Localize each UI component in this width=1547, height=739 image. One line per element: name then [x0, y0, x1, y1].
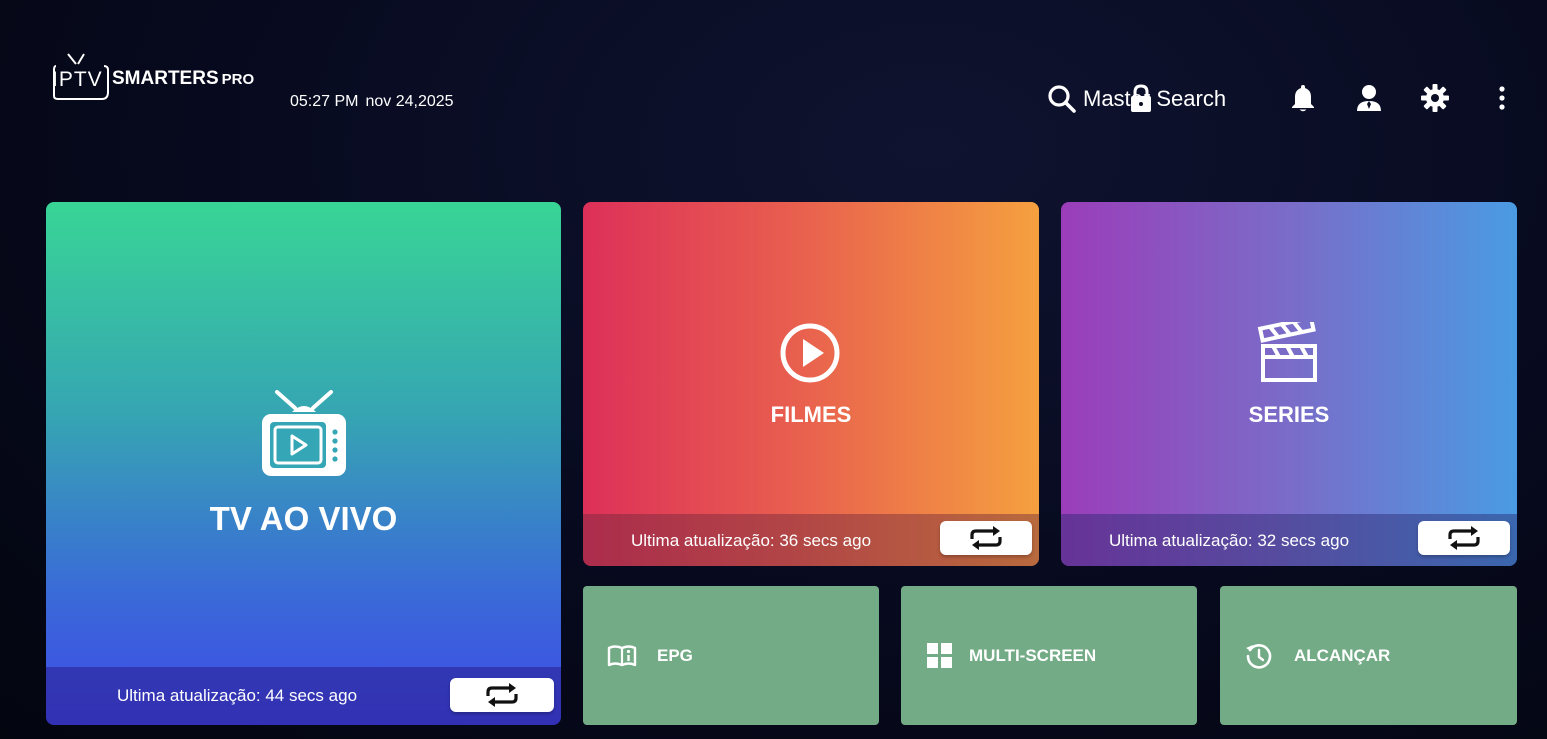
live-tv-refresh-button[interactable] — [450, 678, 554, 712]
gear-icon — [1421, 84, 1449, 112]
series-refresh-button[interactable] — [1418, 521, 1510, 555]
epg-tile[interactable]: EPG — [583, 586, 879, 725]
series-last-update: Ultima atualização: 32 secs ago — [1109, 531, 1350, 550]
notifications-button[interactable] — [1287, 82, 1319, 114]
tv-icon — [262, 390, 346, 476]
live-tv-title: TV AO VIVO — [209, 500, 398, 537]
catch-up-tile[interactable]: ALCANÇAR — [1220, 586, 1517, 725]
app-logo: IPTV SMARTERS PRO — [52, 38, 272, 108]
movies-title: FILMES — [770, 402, 852, 427]
multi-screen-tile[interactable]: MULTI-SCREEN — [901, 586, 1197, 725]
search-icon — [1048, 85, 1076, 113]
more-options-button[interactable] — [1486, 82, 1518, 114]
epg-label: EPG — [657, 645, 693, 665]
current-time: 05:27 PM — [290, 93, 359, 110]
clapperboard-icon — [1257, 322, 1317, 382]
live-tv-footer: Ultima atualização: 44 secs ago — [46, 667, 561, 725]
movies-refresh-button[interactable] — [940, 521, 1032, 555]
bell-icon — [1292, 85, 1314, 112]
book-info-icon — [607, 644, 637, 666]
refresh-icon — [486, 683, 518, 707]
settings-button[interactable] — [1419, 82, 1451, 114]
live-tv-last-update: Ultima atualização: 44 secs ago — [117, 686, 358, 705]
multi-screen-label: MULTI-SCREEN — [969, 645, 1097, 665]
logo-name-text: SMARTERS — [112, 68, 219, 89]
more-vertical-icon — [1499, 86, 1505, 110]
current-date: nov 24,2025 — [365, 93, 454, 110]
logo-prefix: IPTV — [52, 68, 103, 91]
grid-icon — [927, 642, 952, 668]
datetime: 05:27 PM nov 24,2025 — [290, 93, 454, 111]
catch-up-label: ALCANÇAR — [1294, 645, 1391, 665]
live-tv-tile[interactable]: TV AO VIVO Ultima atualização: 44 secs a… — [46, 202, 561, 725]
lock-icon — [1131, 84, 1151, 112]
user-profile-button[interactable] — [1353, 82, 1385, 114]
movies-last-update: Ultima atualização: 36 secs ago — [631, 531, 872, 550]
master-search-label: Master Search — [1083, 86, 1227, 111]
refresh-icon — [1448, 526, 1480, 550]
series-footer: Ultima atualização: 32 secs ago — [1061, 514, 1517, 566]
movies-tile[interactable]: FILMES Ultima atualização: 36 secs ago — [583, 202, 1039, 566]
refresh-icon — [970, 526, 1002, 550]
play-circle-icon — [780, 323, 840, 383]
user-icon — [1357, 85, 1381, 111]
series-title: SERIES — [1248, 402, 1330, 427]
logo-name: SMARTERS PRO — [112, 68, 254, 90]
history-icon — [1246, 643, 1272, 669]
movies-footer: Ultima atualização: 36 secs ago — [583, 514, 1039, 566]
logo-suffix: PRO — [221, 71, 255, 88]
series-tile[interactable]: SERIES Ultima atualização: 32 secs ago — [1061, 202, 1517, 566]
